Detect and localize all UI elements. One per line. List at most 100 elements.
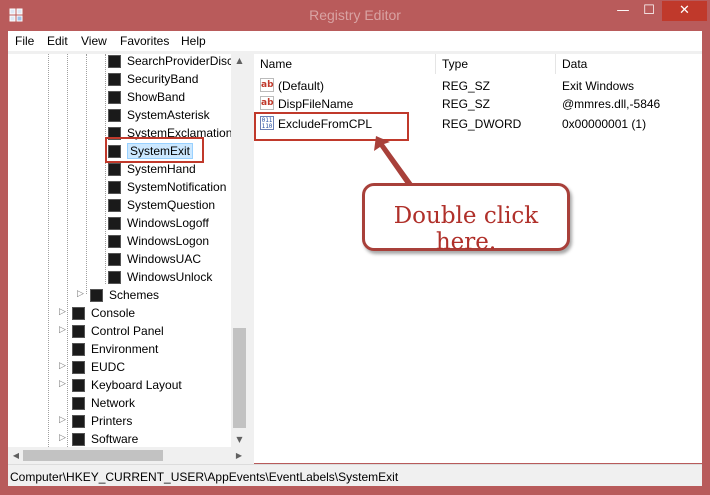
folder-icon: [108, 181, 121, 194]
column-header-name[interactable]: Name: [254, 54, 436, 74]
tree-item-showband[interactable]: ShowBand: [8, 89, 239, 107]
tree-item-keyboard-layout[interactable]: ▷ Keyboard Layout: [8, 377, 239, 395]
status-path: Computer\HKEY_CURRENT_USER\AppEvents\Eve…: [10, 470, 399, 484]
menu-edit[interactable]: Edit: [47, 34, 68, 48]
expand-arrow-icon[interactable]: ▷: [59, 361, 66, 371]
expand-arrow-icon[interactable]: ▷: [59, 307, 66, 317]
tree-item-label: SearchProviderDisc: [127, 54, 234, 68]
tree-item-environment[interactable]: Environment: [8, 341, 239, 359]
expand-arrow-icon[interactable]: ▷: [77, 289, 84, 299]
expand-arrow-icon[interactable]: ▷: [59, 325, 66, 335]
tree-item-label: Printers: [91, 414, 133, 428]
tree-item-systemnotification[interactable]: SystemNotification: [8, 179, 239, 197]
string-value-icon: ab: [260, 96, 274, 110]
tree-item-eudc[interactable]: ▷ EUDC: [8, 359, 239, 377]
folder-icon: [72, 325, 85, 338]
tree-item-label: Environment: [91, 342, 159, 356]
tree-item-searchproviderdisc[interactable]: SearchProviderDisc: [8, 54, 239, 71]
folder-icon: [72, 415, 85, 428]
menu-help[interactable]: Help: [181, 34, 206, 48]
expand-arrow-icon[interactable]: ▷: [59, 379, 66, 389]
maximize-button[interactable]: ☐: [636, 1, 662, 21]
folder-icon: [108, 235, 121, 248]
column-header-data[interactable]: Data: [556, 54, 702, 74]
tree-item-label: Software: [91, 432, 139, 446]
tree-item-console[interactable]: ▷ Console: [8, 305, 239, 323]
value-data: 0x00000001 (1): [562, 117, 647, 131]
folder-icon: [72, 307, 85, 320]
tree-item-windowslogon[interactable]: WindowsLogon: [8, 233, 239, 251]
folder-icon: [72, 379, 85, 392]
callout-text: Double click here.: [393, 203, 539, 255]
tree-item-label: Schemes: [109, 288, 160, 302]
menu-bar: File Edit View Favorites Help: [8, 31, 702, 51]
folder-icon: [72, 433, 85, 446]
tree-item-label: SystemExit: [127, 143, 194, 159]
tree-item-label: WindowsLogoff: [127, 216, 209, 230]
tree-item-label: Console: [91, 306, 136, 320]
menu-file[interactable]: File: [15, 34, 34, 48]
window-title: Registry Editor: [309, 7, 401, 23]
tree-item-label: EUDC: [91, 360, 126, 374]
tree-item-label: Keyboard Layout: [91, 378, 182, 392]
folder-icon: [108, 73, 121, 86]
folder-icon: [108, 199, 121, 212]
tree-item-systemasterisk[interactable]: SystemAsterisk: [8, 107, 239, 125]
tree-item-software[interactable]: ▷ Software: [8, 431, 239, 447]
value-name: (Default): [278, 79, 325, 93]
tree-item-label: SystemAsterisk: [127, 108, 210, 122]
value-row-dispfilename[interactable]: ab DispFileName REG_SZ @mmres.dll,-5846: [254, 95, 702, 113]
tree-item-windowsuac[interactable]: WindowsUAC: [8, 251, 239, 269]
callout-arrow-icon: [374, 136, 413, 187]
close-button[interactable]: ✕: [662, 1, 707, 21]
instruction-callout: Double click here.: [362, 183, 570, 255]
tree-item-windowsunlock[interactable]: WindowsUnlock: [8, 269, 239, 287]
folder-icon: [108, 55, 121, 68]
expand-arrow-icon[interactable]: ▷: [59, 433, 66, 443]
registry-tree[interactable]: SearchProviderDisc SecurityBand ShowBand Sy…: [8, 54, 248, 447]
tree-item-systemexit[interactable]: SystemExit: [8, 137, 239, 163]
folder-icon: [72, 397, 85, 410]
expand-arrow-icon[interactable]: ▷: [59, 415, 66, 425]
tree-item-label: WindowsUAC: [127, 252, 202, 266]
tree-item-label: WindowsUnlock: [127, 270, 213, 284]
tree-vertical-scroll-thumb[interactable]: [233, 328, 246, 428]
value-row-default[interactable]: ab (Default) REG_SZ Exit Windows: [254, 77, 702, 95]
tree-item-label: SystemQuestion: [127, 198, 216, 212]
status-bar: Computer\HKEY_CURRENT_USER\AppEvents\Eve…: [8, 464, 702, 486]
tree-item-securityband[interactable]: SecurityBand: [8, 71, 239, 89]
menu-view[interactable]: View: [81, 34, 107, 48]
title-bar[interactable]: Registry Editor — ☐ ✕: [0, 0, 710, 31]
registry-editor-window: Registry Editor — ☐ ✕ File Edit View Fav…: [0, 0, 710, 495]
folder-icon: [72, 361, 85, 374]
tree-item-schemes[interactable]: ▷ Schemes: [8, 287, 239, 305]
tree-item-network[interactable]: Network: [8, 395, 239, 413]
tree-item-label: Network: [91, 396, 136, 410]
scroll-right-arrow-icon[interactable]: ▶: [232, 449, 246, 462]
tree-item-systemquestion[interactable]: SystemQuestion: [8, 197, 239, 215]
tree-item-control-panel[interactable]: ▷ Control Panel: [8, 323, 239, 341]
tree-item-label: SystemHand: [127, 162, 196, 176]
value-name: DispFileName: [278, 97, 354, 111]
folder-icon: [90, 289, 103, 302]
tree-vertical-scrollbar[interactable]: ▲ ▼: [231, 54, 248, 447]
tree-item-windowslogoff[interactable]: WindowsLogoff: [8, 215, 239, 233]
tree-horizontal-scrollbar[interactable]: ◀ ▶: [8, 447, 248, 464]
menu-favorites[interactable]: Favorites: [120, 34, 169, 48]
folder-icon: [108, 91, 121, 104]
minimize-button[interactable]: —: [610, 1, 636, 21]
folder-icon: [72, 343, 85, 356]
tree-item-printers[interactable]: ▷ Printers: [8, 413, 239, 431]
value-data: @mmres.dll,-5846: [562, 97, 661, 111]
column-header-type[interactable]: Type: [436, 54, 556, 74]
scroll-up-arrow-icon[interactable]: ▲: [231, 54, 248, 68]
tree-item-systemhand[interactable]: SystemHand: [8, 161, 239, 179]
folder-icon: [108, 271, 121, 284]
scroll-left-arrow-icon[interactable]: ◀: [9, 449, 23, 462]
tree-item-label: SystemNotification: [127, 180, 227, 194]
scroll-down-arrow-icon[interactable]: ▼: [231, 433, 248, 447]
tree-horizontal-scroll-thumb[interactable]: [23, 450, 163, 461]
tree-item-label: WindowsLogon: [127, 234, 210, 248]
tree-item-label: Control Panel: [91, 324, 164, 338]
string-value-icon: ab: [260, 78, 274, 92]
